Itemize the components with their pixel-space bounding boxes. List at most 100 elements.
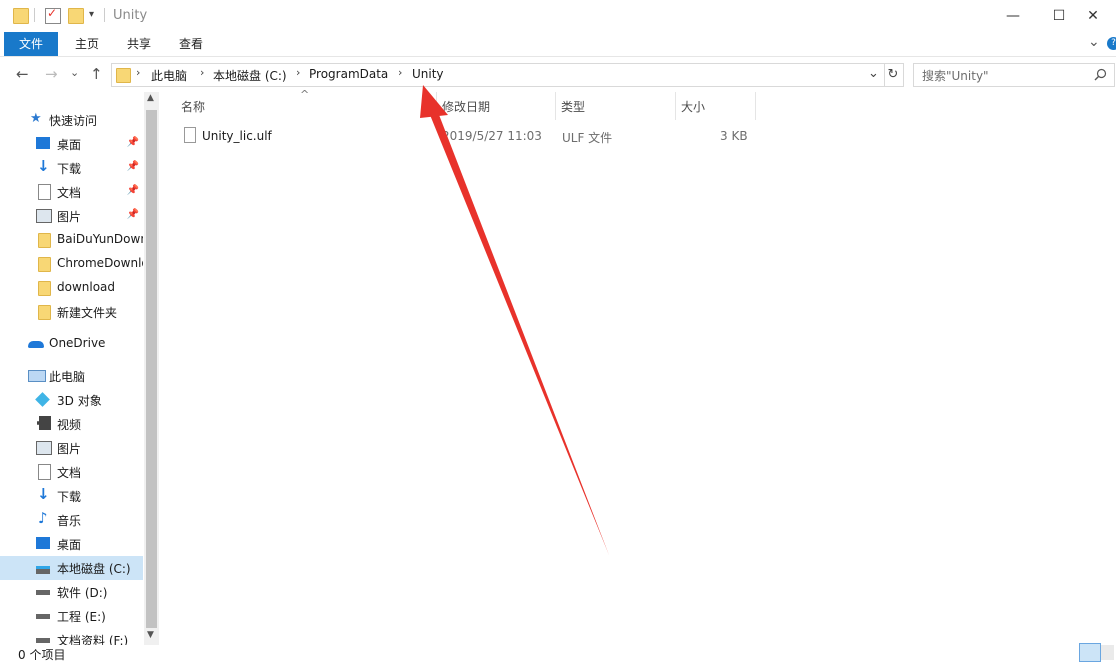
new-folder-icon[interactable] (68, 8, 84, 24)
customize-toolbar-icon[interactable]: ▾ (89, 9, 94, 20)
recent-locations-icon[interactable]: ⌄ (70, 66, 79, 79)
tab-share[interactable]: 共享 (114, 32, 164, 56)
nav-label: 视频 (57, 418, 82, 432)
large-icons-view-icon[interactable] (1101, 645, 1114, 660)
desktop-icon (36, 537, 50, 549)
nav-item-drive-f[interactable]: 文档资料 (F:) (0, 628, 143, 645)
properties-icon[interactable]: ✓ (45, 6, 61, 24)
nav-item-pictures[interactable]: 图片 📌 (0, 204, 143, 228)
breadcrumb-unity[interactable]: Unity (412, 67, 444, 81)
nav-label: 此电脑 (49, 370, 86, 384)
nav-label: 音乐 (57, 514, 82, 528)
forward-arrow-icon[interactable]: → (45, 65, 58, 83)
breadcrumb-separator[interactable]: › (398, 66, 402, 79)
nav-label: 文档资料 (F:) (57, 634, 129, 645)
refresh-button[interactable]: ↻ (883, 63, 904, 87)
address-dropdown-icon[interactable]: ⌄ (868, 66, 879, 81)
column-divider[interactable] (436, 92, 437, 120)
nav-label: 文档 (57, 186, 82, 200)
nav-item-drive-e[interactable]: 工程 (E:) (0, 604, 143, 628)
nav-label: 下载 (57, 490, 82, 504)
nav-label: 桌面 (57, 538, 82, 552)
scroll-down-icon[interactable]: ▼ (147, 630, 154, 640)
address-bar[interactable]: › 此电脑 › 本地磁盘 (C:) › ProgramData › Unity … (111, 63, 885, 87)
folder-icon (38, 305, 51, 320)
address-row: ← → ⌄ ↑ › 此电脑 › 本地磁盘 (C:) › ProgramData … (0, 57, 1116, 91)
breadcrumb-this-pc[interactable]: 此电脑 (151, 67, 187, 84)
status-bar: 0 个项目 (0, 643, 1116, 662)
nav-item-folder[interactable]: download (0, 276, 143, 300)
nav-item-documents[interactable]: 文档 📌 (0, 180, 143, 204)
nav-item-documents[interactable]: 文档 (0, 460, 143, 484)
nav-item-drive-d[interactable]: 软件 (D:) (0, 580, 143, 604)
nav-item-downloads[interactable]: ↓ 下载 (0, 484, 143, 508)
nav-item-3d-objects[interactable]: 3D 对象 (0, 388, 143, 412)
minimize-button[interactable]: — (990, 0, 1036, 32)
search-icon[interactable] (1094, 68, 1107, 81)
scrollbar-thumb[interactable] (146, 110, 157, 628)
pin-icon[interactable]: 📌 (127, 185, 139, 196)
tab-home[interactable]: 主页 (62, 32, 112, 56)
pin-icon[interactable]: 📌 (127, 209, 139, 220)
nav-item-videos[interactable]: 视频 (0, 412, 143, 436)
picture-icon (36, 209, 52, 223)
nav-label: 图片 (57, 442, 82, 456)
nav-label: 新建文件夹 (57, 306, 118, 320)
up-arrow-icon[interactable]: ↑ (90, 65, 103, 83)
breadcrumb-local-disk[interactable]: 本地磁盘 (C:) (213, 67, 287, 84)
nav-item-downloads[interactable]: ↓ 下载 📌 (0, 156, 143, 180)
nav-label: 软件 (D:) (57, 586, 108, 600)
nav-item-local-disk-c[interactable]: 本地磁盘 (C:) (0, 556, 143, 580)
nav-label: 3D 对象 (57, 394, 102, 408)
column-divider[interactable] (555, 92, 556, 120)
nav-item-desktop[interactable]: 桌面 📌 (0, 132, 143, 156)
tab-view[interactable]: 查看 (166, 32, 216, 56)
nav-this-pc[interactable]: 此电脑 (0, 364, 143, 388)
breadcrumb-separator[interactable]: › (200, 66, 204, 79)
file-size: 3 KB (720, 129, 748, 143)
nav-scrollbar[interactable]: ▲ ▼ (144, 92, 159, 645)
nav-item-music[interactable]: ♪ 音乐 (0, 508, 143, 532)
search-input[interactable]: 搜索"Unity" (913, 63, 1115, 87)
column-header-type[interactable]: 类型 (561, 98, 585, 115)
breadcrumb-separator[interactable]: › (136, 66, 140, 79)
breadcrumb-separator[interactable]: › (296, 66, 300, 79)
nav-item-desktop[interactable]: 桌面 (0, 532, 143, 556)
nav-item-pictures[interactable]: 图片 (0, 436, 143, 460)
nav-onedrive[interactable]: OneDrive (0, 332, 143, 356)
column-divider[interactable] (755, 92, 756, 120)
nav-quick-access[interactable]: ★ 快速访问 (0, 108, 143, 132)
scroll-up-icon[interactable]: ▲ (147, 93, 154, 103)
drive-icon (36, 614, 50, 619)
back-arrow-icon[interactable]: ← (16, 65, 29, 83)
nav-item-folder[interactable]: 新建文件夹 (0, 300, 143, 324)
title-bar: ✓ ▾ Unity — ☐ ✕ (0, 0, 1116, 32)
folder-icon (38, 281, 51, 296)
close-button[interactable]: ✕ (1070, 0, 1116, 32)
help-icon[interactable]: ? (1107, 37, 1116, 50)
window-title: Unity (113, 8, 148, 23)
divider (104, 8, 105, 22)
film-icon (37, 416, 51, 430)
computer-icon (28, 370, 46, 382)
nav-item-folder[interactable]: ChromeDownload (0, 252, 143, 276)
pin-icon[interactable]: 📌 (127, 161, 139, 172)
breadcrumb-programdata[interactable]: ProgramData (309, 67, 388, 81)
divider (34, 8, 35, 22)
details-view-icon[interactable] (1079, 643, 1101, 662)
tab-file[interactable]: 文件 (4, 32, 58, 56)
file-type: ULF 文件 (562, 131, 613, 145)
sort-indicator-icon: ^ (300, 88, 310, 101)
column-header-modified[interactable]: 修改日期 (442, 98, 490, 115)
annotation-arrow (420, 85, 609, 555)
download-icon: ↓ (37, 485, 50, 503)
nav-label: OneDrive (49, 336, 106, 350)
pin-icon[interactable]: 📌 (127, 137, 139, 148)
column-header-size[interactable]: 大小 (681, 98, 705, 115)
expand-ribbon-icon[interactable]: ⌄ (1088, 34, 1100, 50)
status-item-count: 0 个项目 (18, 648, 66, 662)
nav-item-folder[interactable]: BaiDuYunDownload (0, 228, 143, 252)
column-divider[interactable] (675, 92, 676, 120)
nav-label: ChromeDownload (57, 256, 143, 270)
column-header-name[interactable]: 名称 (181, 98, 205, 115)
